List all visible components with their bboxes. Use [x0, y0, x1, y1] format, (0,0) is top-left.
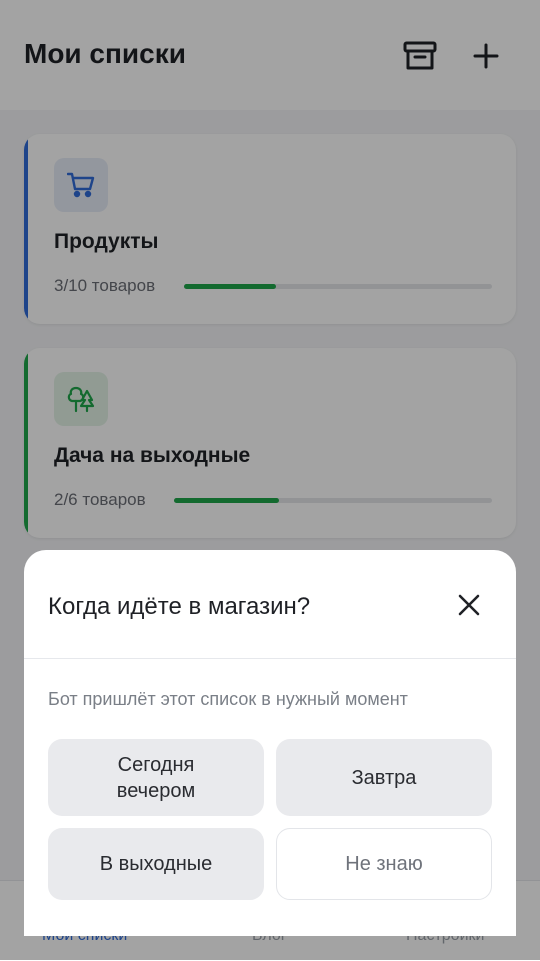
sheet-title: Когда идёте в магазин? [48, 593, 311, 620]
close-icon[interactable] [454, 590, 484, 620]
divider [24, 658, 516, 659]
option-label: вечером [116, 779, 196, 802]
option-weekend-button[interactable]: В выходные [48, 828, 264, 900]
option-dont-know-button[interactable]: Не знаю [276, 828, 492, 900]
option-label: Завтра [351, 766, 417, 789]
sheet-subtitle: Бот пришлёт этот список в нужный момент [48, 689, 408, 709]
option-label: Не знаю [345, 853, 423, 875]
option-tomorrow-button[interactable]: Завтра [276, 739, 492, 816]
option-label: Сегодня [117, 753, 195, 776]
option-tonight-button[interactable]: Сегодня вечером [48, 739, 264, 816]
bottom-sheet: Когда идёте в магазин? Бот пришлёт этот … [24, 550, 516, 936]
option-label: В выходные [99, 853, 213, 875]
